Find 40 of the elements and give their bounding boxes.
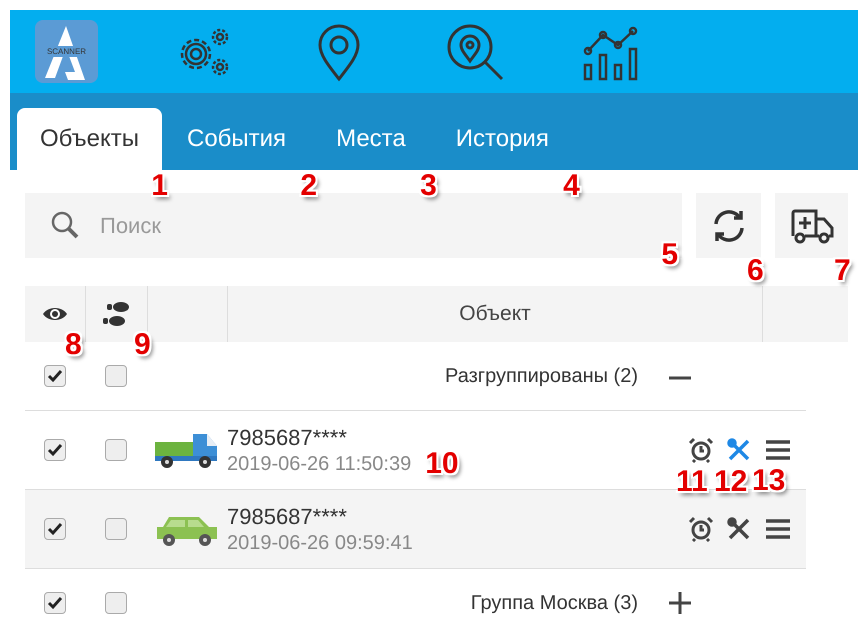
callout-number: 13 [752,466,786,496]
footprints-icon [102,299,130,329]
visibility-checkbox[interactable] [44,365,66,387]
callout-number: 10 [425,448,459,478]
timestamp: 2019-06-26 11:50:39 [227,452,412,474]
expand-icon[interactable] [668,591,692,615]
tab[interactable]: Объекты [17,108,162,170]
eye-icon [42,305,68,323]
callout-number: 12 [714,467,748,497]
callout-number: 7 [834,256,851,286]
track-checkbox[interactable] [105,518,127,540]
column-header: Объект [459,302,531,326]
menu-icon[interactable] [764,438,792,462]
search-icon [50,210,80,240]
object-name[interactable]: 7985687**** [227,424,660,450]
object-name[interactable]: 7985687**** [227,504,660,530]
callout-number: 9 [134,330,151,360]
group-label[interactable]: Разгруппированы (2) [227,364,660,388]
alarm-clock-icon[interactable] [688,516,714,542]
tools-icon[interactable] [726,516,752,542]
callout-number: 6 [747,256,764,286]
add-vehicle-button[interactable] [775,193,848,258]
visibility-checkbox[interactable] [44,439,66,461]
callout-number: 8 [65,330,82,360]
menu-icon[interactable] [764,517,792,541]
tab[interactable]: Места [311,108,431,170]
tab[interactable]: События [162,108,312,170]
track-checkbox[interactable] [105,365,127,387]
refresh-button[interactable] [696,193,761,258]
track-checkbox[interactable] [105,592,127,614]
visibility-checkbox[interactable] [44,592,66,614]
alarm-clock-icon[interactable] [688,437,714,463]
callout-number: 11 [676,467,708,497]
group-label[interactable]: Группа Москва (3) [227,592,660,614]
track-checkbox[interactable] [105,439,127,461]
ambulance-plus-icon [788,206,834,244]
tab[interactable]: История [430,108,574,170]
visibility-checkbox[interactable] [44,518,66,540]
timestamp: 2019-06-26 09:59:41 [227,532,413,554]
app-logo[interactable]: SCANNER [35,20,98,83]
